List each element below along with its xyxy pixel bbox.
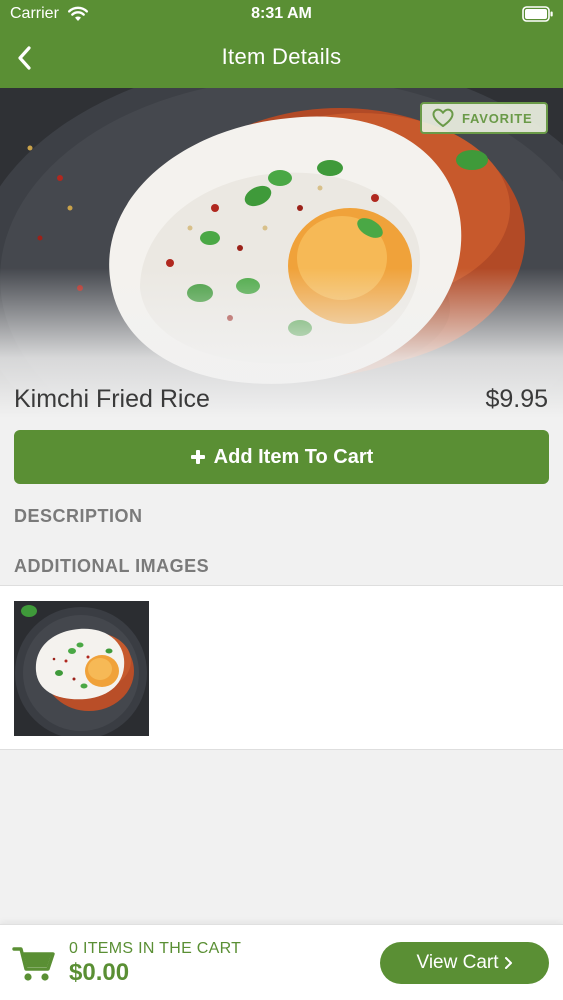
status-time: 8:31 AM — [251, 5, 312, 22]
page-title: Item Details — [221, 44, 342, 69]
description-heading: DESCRIPTION — [14, 506, 143, 526]
cart-total: $0.00 — [69, 959, 130, 986]
additional-image-thumbnail[interactable] — [14, 601, 149, 736]
chevron-right-icon — [504, 957, 512, 969]
item-hero-image — [0, 88, 563, 418]
battery-icon — [522, 6, 553, 22]
view-cart-button[interactable]: View Cart — [380, 942, 549, 984]
food-thumbnail-photo — [14, 601, 149, 736]
add-to-cart-label: Add Item To Cart — [213, 445, 374, 468]
additional-images-heading: ADDITIONAL IMAGES — [14, 556, 210, 576]
shopping-cart-icon — [12, 947, 55, 981]
favorite-label: FAVORITE — [462, 110, 533, 126]
additional-images-panel — [0, 585, 563, 750]
favorite-button[interactable]: FAVORITE — [420, 102, 548, 134]
view-cart-label: View Cart — [416, 952, 499, 973]
status-bar: Carrier 8:31 AM — [0, 0, 563, 30]
cart-summary-bar: 0 ITEMS IN THE CART $0.00 View Cart — [0, 924, 563, 1000]
plus-icon — [190, 450, 205, 464]
item-price: $9.95 — [485, 385, 548, 413]
item-name: Kimchi Fried Rice — [14, 385, 210, 413]
add-to-cart-button[interactable]: Add Item To Cart — [14, 430, 549, 484]
navigation-bar: Item Details — [0, 30, 563, 88]
heart-icon — [432, 108, 454, 127]
cart-item-count: 0 ITEMS IN THE CART — [69, 940, 242, 957]
